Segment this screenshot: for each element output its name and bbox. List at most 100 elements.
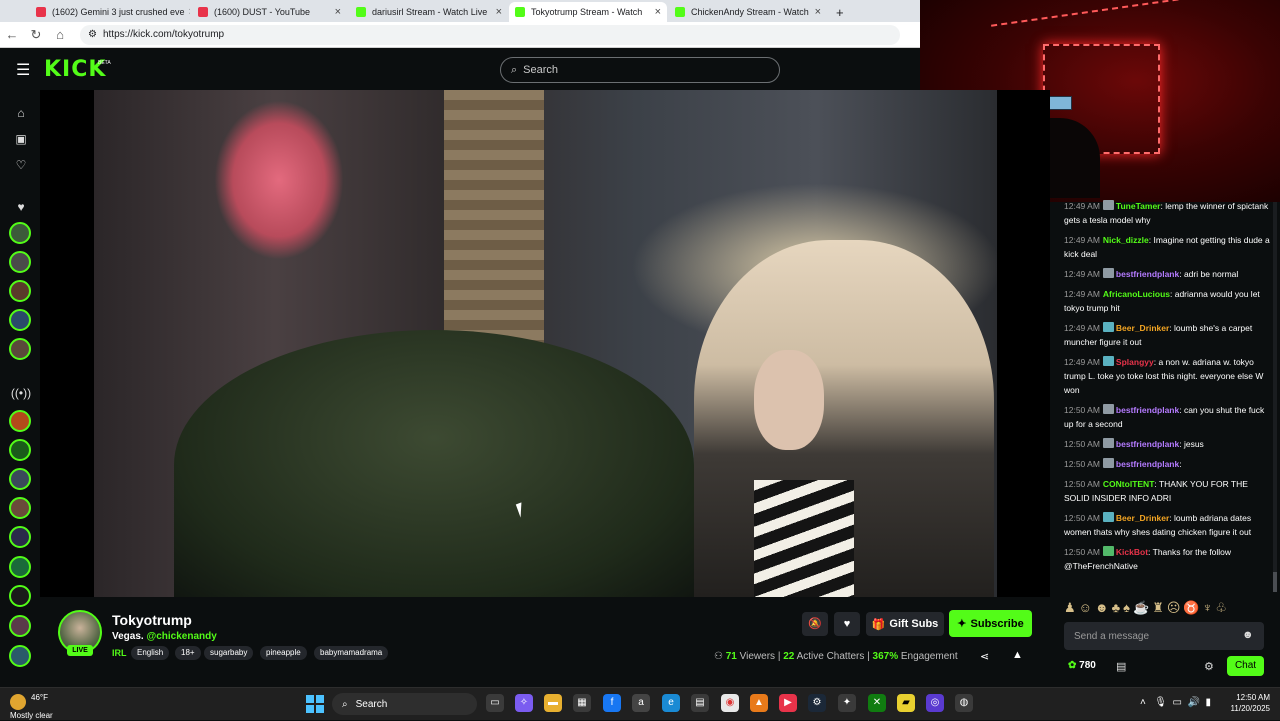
recommended-channel-avatar[interactable] [9,615,31,637]
browser-tab[interactable]: dariusirl Stream - Watch Live × [350,2,508,22]
report-icon[interactable]: ▲ [1012,649,1023,661]
obs-icon[interactable]: ◎ [926,694,944,712]
hamburger-icon[interactable]: ☰ [16,60,30,80]
browser-tab-active[interactable]: Tokyotrump Stream - Watch × [509,2,667,22]
emoji-icon[interactable]: ☻ [1242,629,1254,641]
tab-close-icon[interactable]: × [331,6,341,18]
gift-icon[interactable]: ▤ [1116,660,1126,673]
chat-message: 12:49 AM Beer_Drinker: loumb she's a carp… [1064,321,1272,349]
tab-close-icon[interactable]: × [651,6,661,18]
browse-icon[interactable]: ▣ [10,128,32,150]
emote-bar[interactable]: ♟☺☻♣♠☕♜☹♉♆♧ [1064,600,1230,616]
followed-channel-avatar[interactable] [9,338,31,360]
copilot-icon[interactable]: ✧ [515,694,533,712]
taskbar-search[interactable]: ⌕ Search [332,693,477,715]
file-explorer-icon[interactable]: ▬ [544,694,562,712]
home-icon[interactable]: ⌂ [48,27,72,42]
category-link[interactable]: IRL [112,648,127,658]
steam-icon[interactable]: ⚙ [808,694,826,712]
followed-channel-avatar[interactable] [9,251,31,273]
video-player[interactable] [40,90,1050,597]
tag-pill[interactable]: 18+ [175,646,201,660]
home-icon[interactable]: ⌂ [10,102,32,124]
gear-icon[interactable]: ⚙ [1204,660,1214,673]
subscribe-label: Subscribe [970,617,1024,630]
mic-icon[interactable]: 🎙 [1154,697,1167,708]
share-icon[interactable]: ⋖ [980,650,989,663]
reload-icon[interactable]: ↻ [24,27,48,43]
battery-icon[interactable]: ▮ [1205,697,1211,708]
subscribe-button[interactable]: ✦ Subscribe [949,610,1032,637]
tag-pill[interactable]: pineapple [260,646,307,660]
amazon-icon[interactable]: a [632,694,650,712]
site-info-icon[interactable]: ⚙ [88,29,97,40]
recommended-channel-avatar[interactable] [9,526,31,548]
youtube-icon[interactable]: ▶ [779,694,797,712]
edge-icon[interactable]: e [662,694,680,712]
stream-title-mention[interactable]: @chickenandy [146,631,216,642]
tag-pill[interactable]: sugarbaby [204,646,254,660]
chat-send-button[interactable]: Chat [1227,656,1264,676]
channel-name[interactable]: Tokyotrump [112,612,192,628]
url-field[interactable]: ⚙ https://kick.com/tokyotrump [80,24,900,45]
follow-button[interactable]: ♥ [834,612,860,636]
chrome-icon[interactable]: ◉ [721,694,739,712]
sticky-notes-icon[interactable]: ▰ [897,694,915,712]
chrome-dev-icon[interactable]: ◍ [955,694,973,712]
chat-username[interactable]: Nick_dizzle [1103,235,1149,245]
recommended-channel-avatar[interactable] [9,439,31,461]
back-arrow-icon[interactable]: ← [0,27,24,42]
windows-start-icon[interactable] [306,695,324,713]
vlc-icon[interactable]: ▲ [750,694,768,712]
recommended-channel-avatar[interactable] [9,556,31,578]
tag-pill[interactable]: English [131,646,170,660]
recommended-channel-avatar[interactable] [9,497,31,519]
calculator-icon[interactable]: ▤ [691,694,709,712]
tab-close-icon[interactable]: × [185,6,190,18]
system-clock[interactable]: 12:50 AM 11/20/2025 [1222,692,1270,714]
recommended-channel-avatar[interactable] [9,410,31,432]
followed-channel-avatar[interactable] [9,280,31,302]
volume-icon[interactable]: 🔊 [1187,697,1199,708]
app-icon[interactable]: ✦ [838,694,856,712]
channel-points[interactable]: ✿ 780 [1068,660,1096,671]
chat-username[interactable]: KickBot [1116,547,1148,557]
facebook-icon[interactable]: f [603,694,621,712]
chat-username[interactable]: bestfriendplank [1116,459,1179,469]
store-icon[interactable]: ▦ [573,694,591,712]
chat-username[interactable]: CONtolTENT [1103,479,1154,489]
recommended-channel-avatar[interactable] [9,645,31,667]
mute-notifications-button[interactable]: 🔕 [802,612,828,636]
browser-tab[interactable]: ChickenAndy Stream - Watch × [669,2,827,22]
weather-widget[interactable]: 46°F Mostly clear [10,692,53,721]
chat-username[interactable]: Splangyy [1116,357,1154,367]
browser-tab[interactable]: (1600) DUST - YouTube × [192,2,347,22]
chat-username[interactable]: TuneTamer [1116,201,1161,211]
chat-username[interactable]: bestfriendplank [1116,269,1179,279]
new-tab-button[interactable]: + [830,2,850,22]
system-tray[interactable]: ˄ 🎙 ▭ 🔊 ▮ [1140,697,1211,708]
network-icon[interactable]: ▭ [1172,697,1181,708]
tab-close-icon[interactable]: × [492,6,502,18]
task-view-icon[interactable]: ▭ [486,694,504,712]
chat-scrollbar[interactable] [1273,202,1277,592]
chat-username[interactable]: AfricanoLucious [1103,289,1170,299]
xbox-icon[interactable]: ✕ [868,694,886,712]
chat-username[interactable]: bestfriendplank [1116,439,1179,449]
browser-tab[interactable]: (1602) Gemini 3 just crushed eve × [30,2,190,22]
recommended-channel-avatar[interactable] [9,468,31,490]
search-input[interactable]: ⌕ Search [500,57,780,83]
recommended-channel-avatar[interactable] [9,585,31,607]
followed-channel-avatar[interactable] [9,309,31,331]
chat-username[interactable]: Beer_Drinker [1116,513,1169,523]
chevron-up-icon[interactable]: ˄ [1140,697,1146,708]
chat-username[interactable]: Beer_Drinker [1116,323,1169,333]
gift-subs-button[interactable]: 🎁 Gift Subs [866,612,944,636]
chat-input[interactable]: Send a message [1064,622,1264,650]
following-heart-icon[interactable]: ♡ [10,154,32,176]
chat-username[interactable]: bestfriendplank [1116,405,1179,415]
followed-channel-avatar[interactable] [9,222,31,244]
tag-pill[interactable]: babymamadrama [314,646,389,660]
tab-close-icon[interactable]: × [811,6,821,18]
chat-scrollbar-thumb[interactable] [1273,572,1277,592]
